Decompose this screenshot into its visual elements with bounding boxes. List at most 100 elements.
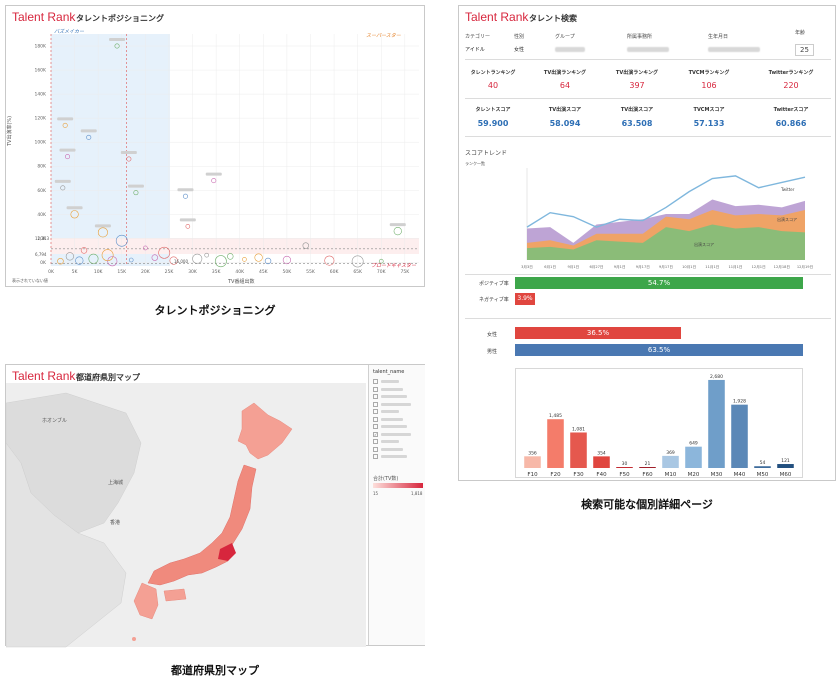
- x-tick-label: 25K: [165, 269, 175, 275]
- region-okinawa[interactable]: [132, 637, 136, 641]
- age-bar[interactable]: [593, 456, 610, 468]
- scatter-point[interactable]: [211, 178, 217, 184]
- age-bar[interactable]: [754, 466, 771, 468]
- filter-checkbox-item[interactable]: [373, 386, 403, 392]
- x-tick-label: 15K: [117, 269, 127, 275]
- filter-checkbox-item[interactable]: [373, 424, 407, 429]
- scatter-point[interactable]: [185, 224, 191, 229]
- quadrant-bottom-right: ブロードキャスター: [371, 263, 417, 269]
- x-tick-label: 20K: [141, 269, 151, 275]
- checkbox-icon[interactable]: [373, 386, 378, 392]
- checkbox-icon[interactable]: [373, 446, 378, 452]
- age-bar-value-label: 354: [597, 450, 606, 456]
- scatter-point[interactable]: [324, 255, 335, 266]
- map-title: 都道府県別マップ: [76, 373, 140, 382]
- y-tick-label: 100K: [34, 140, 47, 146]
- region-shikoku[interactable]: [163, 588, 187, 602]
- scatter-point[interactable]: [254, 253, 263, 262]
- age-gender-bar-chart[interactable]: 356 F10 1,485 F20 1,081 F30 354 F40 30 F50 21 F60 36…: [459, 6, 837, 482]
- scatter-point[interactable]: [242, 257, 247, 262]
- checkbox-icon[interactable]: [373, 409, 378, 414]
- filter-checkbox-item[interactable]: ✓: [373, 431, 411, 437]
- point-label-redacted: [57, 117, 74, 121]
- point-label-redacted: [109, 38, 126, 42]
- filter-title: talent_name: [373, 369, 405, 375]
- y-axis-label: TV出演率(%): [7, 115, 13, 146]
- scatter-point[interactable]: [264, 257, 272, 265]
- y-tick-label: 160K: [34, 68, 47, 74]
- age-bar[interactable]: [731, 404, 748, 468]
- age-bar-value-label: 21: [645, 461, 651, 467]
- scatter-point[interactable]: [182, 193, 188, 199]
- age-bar-value-label: 54: [760, 460, 766, 466]
- filter-checkbox-item[interactable]: [373, 379, 399, 384]
- age-bar-category-label: M50: [757, 472, 769, 478]
- age-bar-value-label: 649: [689, 441, 698, 447]
- x-tick-label: 35K: [212, 269, 222, 275]
- filter-name-redacted: [381, 380, 399, 383]
- filter-checkbox-item[interactable]: [373, 454, 407, 459]
- age-bar-category-label: F50: [619, 472, 630, 478]
- quadrant-top-right: スーパースター: [366, 33, 401, 39]
- map-filter-sidebar: talent_name ✓ 合計(TV数) 15 1,818: [368, 365, 425, 645]
- checkbox-icon[interactable]: [373, 394, 378, 399]
- scatter-point[interactable]: [393, 227, 402, 236]
- detail-caption: 検索可能な個別詳細ページ: [581, 498, 713, 511]
- scatter-point[interactable]: [227, 253, 234, 260]
- filter-checkbox-item[interactable]: [373, 401, 411, 407]
- checkbox-icon[interactable]: [373, 379, 378, 384]
- x-tick-label: 40K: [235, 269, 245, 275]
- scatter-point[interactable]: [214, 255, 227, 268]
- y-tick-label: 120K: [34, 116, 47, 122]
- filter-name-redacted: [381, 402, 411, 406]
- y-tick-label: 80K: [37, 164, 47, 170]
- checkbox-icon[interactable]: [373, 454, 378, 459]
- positioning-panel: Talent Rank タレントポジショニング 0K 20K 40K 60K 80K 10…: [5, 5, 425, 287]
- filter-checkbox-item[interactable]: [373, 446, 403, 452]
- age-bar[interactable]: [662, 455, 679, 468]
- point-label-redacted: [177, 188, 194, 192]
- checkbox-icon[interactable]: ✓: [373, 431, 378, 437]
- x-tick-label: 75K: [401, 269, 411, 275]
- filter-name-redacted: [381, 395, 407, 398]
- age-bar[interactable]: [639, 467, 656, 468]
- age-bar[interactable]: [777, 464, 794, 468]
- y-tick-label: 180K: [34, 44, 47, 50]
- age-bar[interactable]: [547, 419, 564, 468]
- checkbox-icon[interactable]: [373, 424, 378, 429]
- age-bar[interactable]: [570, 432, 587, 468]
- filter-checkbox-item[interactable]: [373, 409, 399, 414]
- filter-checkbox-item[interactable]: [373, 439, 399, 444]
- age-bar[interactable]: [685, 446, 702, 468]
- filter-name-redacted: [381, 432, 411, 436]
- filter-checkbox-item[interactable]: [373, 394, 407, 399]
- age-bar-value-label: 2,680: [710, 374, 723, 380]
- age-bar[interactable]: [524, 456, 541, 468]
- quadrant-top-left: バズメイカー: [54, 29, 85, 35]
- filter-name-redacted: [381, 387, 403, 391]
- x-tick-label: 55K: [306, 269, 316, 275]
- checkbox-icon[interactable]: [373, 439, 378, 444]
- age-bar[interactable]: [708, 379, 725, 468]
- map-brand: Talent Rank: [12, 369, 76, 383]
- scatter-point[interactable]: [192, 253, 203, 264]
- y-tick-label: 60K: [37, 188, 47, 194]
- filter-checkbox-item[interactable]: [373, 416, 403, 422]
- color-legend-gradient: [373, 483, 423, 488]
- checkbox-icon[interactable]: [373, 416, 378, 422]
- point-label-redacted: [80, 129, 97, 133]
- age-bar[interactable]: [616, 467, 633, 468]
- japan-map[interactable]: [6, 383, 366, 663]
- age-bar-category-label: M10: [665, 472, 677, 478]
- checkbox-icon[interactable]: [373, 401, 378, 407]
- y-ref2-label: 6,794: [35, 252, 47, 257]
- point-label-redacted: [179, 218, 196, 222]
- broadcast-region: [51, 238, 419, 254]
- x-tick-label: 65K: [353, 269, 363, 275]
- age-bar-value-label: 369: [666, 450, 675, 456]
- y-ref-label: 11,313: [35, 236, 49, 241]
- age-bar-category-label: F30: [573, 472, 584, 478]
- positioning-scatter-chart[interactable]: 0K 20K 40K 60K 80K 100K 120K 140K 160K 180K 0K 5K 10…: [6, 6, 426, 288]
- y-tick-label: 140K: [34, 92, 47, 98]
- age-bar-value-label: 356: [528, 450, 537, 456]
